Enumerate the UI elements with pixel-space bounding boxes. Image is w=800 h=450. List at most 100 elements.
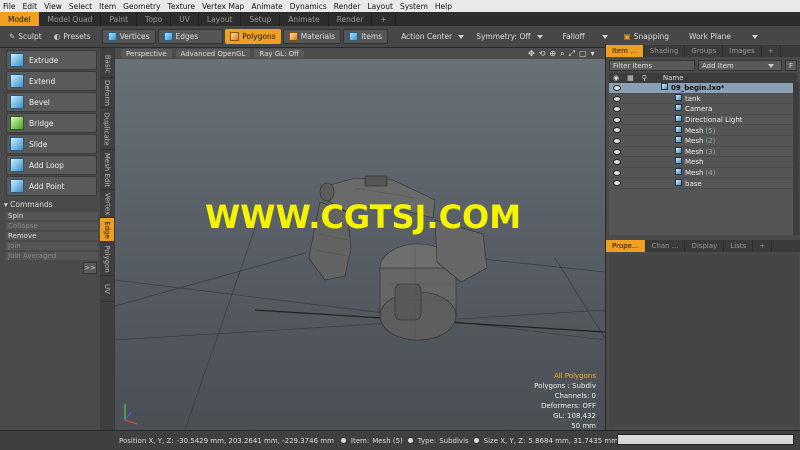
items-mode-button[interactable]: Items [343,29,389,44]
side-tab[interactable]: Edge [100,218,114,242]
item-row[interactable]: base [609,178,797,189]
tool-button[interactable]: Extrude [6,50,97,70]
layout-tab[interactable]: Paint [101,12,138,26]
side-tab[interactable]: Duplicate [100,108,114,150]
item-row[interactable]: 09_begin.lxo* [609,83,797,94]
tool-button[interactable]: Slide [6,134,97,154]
command-item[interactable]: Collapse [6,222,98,231]
panel-tab[interactable]: Chan ... [646,240,686,252]
visibility-eye-icon[interactable] [613,116,621,123]
falloff-dropdown[interactable]: Falloff [558,29,613,44]
action-center-dropdown[interactable]: Action Center [396,29,469,44]
viewport-perspective-button[interactable]: Perspective [121,49,172,58]
panel-tab[interactable]: Item ... [606,45,644,57]
menu-item[interactable]: Geometry [123,2,160,11]
layout-tab[interactable]: UV [171,12,199,26]
tool-button[interactable]: Extend [6,71,97,91]
menu-item[interactable]: Item [99,2,116,11]
work-plane-dropdown[interactable]: Work Plane [684,29,763,44]
layout-tab[interactable]: Animate [280,12,329,26]
layout-tab[interactable]: Model [0,12,40,26]
item-row[interactable]: Mesh (4) [609,168,797,179]
item-row[interactable]: Mesh (5) [609,125,797,136]
command-input[interactable] [617,434,794,445]
vertices-mode-button[interactable]: Vertices [101,29,156,44]
visibility-eye-icon[interactable] [613,95,621,102]
item-row[interactable]: Camera [609,104,797,115]
viewport-shading-button[interactable]: Advanced OpenGL [175,49,251,58]
menu-item[interactable]: Render [334,2,361,11]
menu-item[interactable]: Vertex Map [202,2,244,11]
symmetry-dropdown[interactable]: Symmetry: Off [471,29,547,44]
visibility-eye-icon[interactable] [613,85,621,91]
fit-icon[interactable]: ⤢ [569,49,575,59]
side-tab[interactable]: Basic [100,50,114,78]
item-row[interactable]: Directional Light [609,115,797,126]
side-tab[interactable]: Deform [100,78,114,108]
tool-button[interactable]: Bevel [6,92,97,112]
panel-tab[interactable]: Groups [685,45,724,57]
item-row[interactable]: Mesh (2) [609,136,797,147]
expand-button[interactable]: >> [83,262,97,274]
panel-tab[interactable]: Lists [724,240,754,252]
menu-item[interactable]: Texture [168,2,195,11]
command-item[interactable]: Join [6,242,98,251]
options-icon[interactable]: ▾ [591,49,595,59]
layout-tab[interactable]: Layout [199,12,242,26]
add-item-dropdown[interactable]: Add Item [698,60,782,71]
side-tab[interactable]: Vertex [100,190,114,218]
menu-item[interactable]: Edit [23,2,38,11]
visibility-eye-icon[interactable] [613,169,621,176]
presets-button[interactable]: ◐ Presets [49,29,96,44]
filter-f-button[interactable]: F [785,60,797,71]
zoom-icon[interactable]: ⊕ [549,49,556,59]
edges-mode-button[interactable]: Edges [157,29,224,44]
visibility-eye-icon[interactable] [613,127,621,134]
visibility-eye-icon[interactable] [613,106,621,113]
menu-item[interactable]: Select [69,2,92,11]
panel-tab[interactable]: Prope... [606,240,646,252]
layout-tab[interactable]: Render [329,12,373,26]
command-item[interactable]: Spin [6,212,98,221]
menu-item[interactable]: File [3,2,16,11]
snapping-button[interactable]: ▣ Snapping [619,29,674,44]
maximize-icon[interactable]: ▢ [579,49,587,59]
command-item[interactable]: Join Averaged [6,252,98,261]
side-tab[interactable]: Polygon [100,242,114,276]
panel-tab[interactable]: Shading [644,45,686,57]
item-list-scrollbar[interactable] [793,83,799,235]
viewport-raygl-button[interactable]: Ray GL: Off [254,49,304,58]
menu-item[interactable]: View [44,2,62,11]
item-row[interactable]: Mesh [609,157,797,168]
rotate-icon[interactable]: ⟲ [539,49,546,59]
tool-button[interactable]: Add Loop [6,155,97,175]
menu-item[interactable]: System [400,2,428,11]
item-row[interactable]: Mesh (3) [609,146,797,158]
visibility-eye-icon[interactable] [613,148,621,155]
visibility-eye-icon[interactable] [613,159,621,166]
materials-mode-button[interactable]: Materials [282,29,342,44]
magnify-icon[interactable]: ⌕ [560,49,564,59]
item-row[interactable]: tank [609,93,797,105]
panel-tab[interactable]: Display [685,240,725,252]
command-item[interactable]: Remove [6,232,98,241]
visibility-eye-icon[interactable] [613,180,621,187]
side-tab[interactable]: UV [100,276,114,302]
layout-tab[interactable]: Setup [241,12,281,26]
commands-header[interactable]: ▾ Commands [4,200,98,210]
tool-button[interactable]: Bridge [6,113,97,133]
menu-item[interactable]: Layout [367,2,393,11]
panel-tab[interactable]: + [753,240,773,252]
menu-item[interactable]: Help [435,2,452,11]
panel-tab[interactable]: Images [723,45,762,57]
panel-tab[interactable]: + [762,45,781,57]
tool-button[interactable]: Add Point [6,176,97,196]
polygons-mode-button[interactable]: Polygons [225,29,281,44]
layout-tab[interactable]: Model Quad [40,12,102,26]
visibility-eye-icon[interactable] [613,138,621,144]
menu-item[interactable]: Animate [251,2,282,11]
side-tab[interactable]: Mesh Edit [100,150,114,190]
move-icon[interactable]: ✥ [528,49,535,59]
menu-item[interactable]: Dynamics [290,2,327,11]
layout-tab[interactable]: + [372,12,396,26]
